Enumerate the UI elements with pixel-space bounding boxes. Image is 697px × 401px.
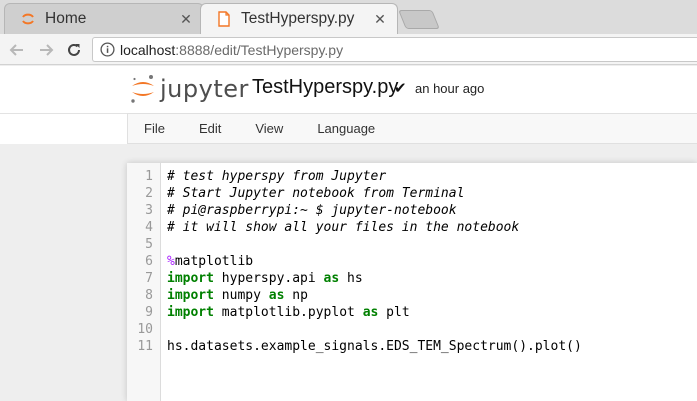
code-text: import numpy as np bbox=[167, 287, 308, 304]
line-number: 1 bbox=[145, 169, 153, 184]
code-plain: matplotlib bbox=[174, 254, 254, 269]
browser-tab-strip: Home ✕ TestHyperspy.py ✕ bbox=[0, 0, 697, 34]
code-line: 9 import matplotlib.pyplot as plt bbox=[127, 304, 697, 321]
menubar: File Edit View Language bbox=[127, 113, 697, 144]
url-host: localhost bbox=[120, 41, 176, 58]
code-keyword: import bbox=[167, 305, 214, 320]
line-number: 3 bbox=[145, 203, 153, 218]
code-editor[interactable]: 1 # test hyperspy from Jupyter 2 # Start… bbox=[127, 163, 697, 401]
jupyter-favicon-icon bbox=[19, 10, 37, 28]
code-plain: numpy bbox=[213, 288, 269, 303]
new-tab-button[interactable] bbox=[398, 10, 440, 29]
code-comment: # Start Jupyter notebook from Terminal bbox=[167, 186, 465, 201]
file-icon bbox=[215, 10, 233, 28]
code-keyword: import bbox=[167, 288, 214, 303]
line-number: 6 bbox=[145, 254, 153, 269]
code-comment: # pi@raspberrypi:~ $ jupyter-notebook bbox=[167, 203, 457, 218]
code-line: 7 import hyperspy.api as hs bbox=[127, 270, 697, 287]
line-number: 8 bbox=[145, 288, 153, 303]
code-plain: hs bbox=[339, 271, 363, 286]
code-line: 8 import numpy as np bbox=[127, 287, 697, 304]
code-text: %matplotlib bbox=[167, 253, 253, 270]
code-text: hs.datasets.example_signals.EDS_TEM_Spec… bbox=[167, 339, 582, 354]
browser-toolbar: localhost:8888/edit/TestHyperspy.py bbox=[0, 34, 697, 65]
code-comment: # it will show all your files in the not… bbox=[167, 220, 520, 235]
code-line: 6 %matplotlib bbox=[127, 253, 697, 270]
code-line: 5 bbox=[127, 236, 697, 253]
code-keyword: as bbox=[362, 305, 379, 320]
saved-check-icon: ✔ bbox=[394, 80, 407, 97]
tab-home[interactable]: Home ✕ bbox=[4, 3, 204, 34]
jupyter-logo-icon bbox=[131, 75, 154, 103]
reload-icon[interactable] bbox=[63, 39, 85, 61]
tab-testhyperspy-label: TestHyperspy.py bbox=[241, 10, 355, 27]
jupyter-header: jupyter TestHyperspy.py ✔ an hour ago bbox=[0, 66, 697, 113]
line-number: 4 bbox=[145, 220, 153, 235]
code-keyword: import bbox=[167, 271, 214, 286]
code-line: 11 hs.datasets.example_signals.EDS_TEM_S… bbox=[127, 338, 697, 355]
file-title[interactable]: TestHyperspy.py bbox=[252, 76, 398, 99]
line-number: 11 bbox=[137, 339, 153, 354]
code-keyword: as bbox=[268, 288, 285, 303]
close-icon[interactable]: ✕ bbox=[371, 10, 389, 28]
code-keyword: as bbox=[323, 271, 340, 286]
line-number: 10 bbox=[137, 322, 153, 337]
menu-view[interactable]: View bbox=[238, 121, 300, 136]
jupyter-logo[interactable]: jupyter bbox=[130, 74, 249, 104]
code-line: 4 # it will show all your files in the n… bbox=[127, 219, 697, 236]
line-number: 7 bbox=[145, 271, 153, 286]
code-line: 3 # pi@raspberrypi:~ $ jupyter-notebook bbox=[127, 202, 697, 219]
code-line: 1 # test hyperspy from Jupyter bbox=[127, 168, 697, 185]
info-icon[interactable] bbox=[99, 42, 115, 58]
code-plain: hyperspy.api bbox=[213, 271, 324, 286]
tab-testhyperspy[interactable]: TestHyperspy.py ✕ bbox=[200, 3, 398, 34]
menu-language[interactable]: Language bbox=[300, 121, 392, 136]
url-path: :8888/edit/TestHyperspy.py bbox=[175, 41, 344, 58]
menu-edit[interactable]: Edit bbox=[182, 121, 238, 136]
code-comment: # test hyperspy from Jupyter bbox=[167, 169, 387, 184]
code-plain: np bbox=[284, 288, 308, 303]
code-line: 10 bbox=[127, 321, 697, 338]
code-text: import hyperspy.api as hs bbox=[167, 270, 363, 287]
last-saved-time: an hour ago bbox=[415, 81, 485, 96]
code-text: import matplotlib.pyplot as plt bbox=[167, 304, 410, 321]
code-plain: matplotlib.pyplot bbox=[213, 305, 363, 320]
line-number: 9 bbox=[145, 305, 153, 320]
menu-file[interactable]: File bbox=[128, 121, 182, 136]
close-icon[interactable]: ✕ bbox=[177, 10, 195, 28]
address-bar[interactable]: localhost:8888/edit/TestHyperspy.py bbox=[92, 37, 697, 62]
line-number: 5 bbox=[145, 237, 153, 252]
line-number: 2 bbox=[145, 186, 153, 201]
tab-home-label: Home bbox=[45, 10, 87, 27]
code-magic: % bbox=[167, 254, 175, 269]
code-line: 2 # Start Jupyter notebook from Terminal bbox=[127, 185, 697, 202]
code-plain: plt bbox=[378, 305, 410, 320]
jupyter-wordmark: jupyter bbox=[160, 75, 249, 103]
forward-arrow-icon[interactable] bbox=[35, 39, 57, 61]
back-arrow-icon[interactable] bbox=[6, 39, 28, 61]
url-text: localhost:8888/edit/TestHyperspy.py bbox=[120, 42, 343, 58]
